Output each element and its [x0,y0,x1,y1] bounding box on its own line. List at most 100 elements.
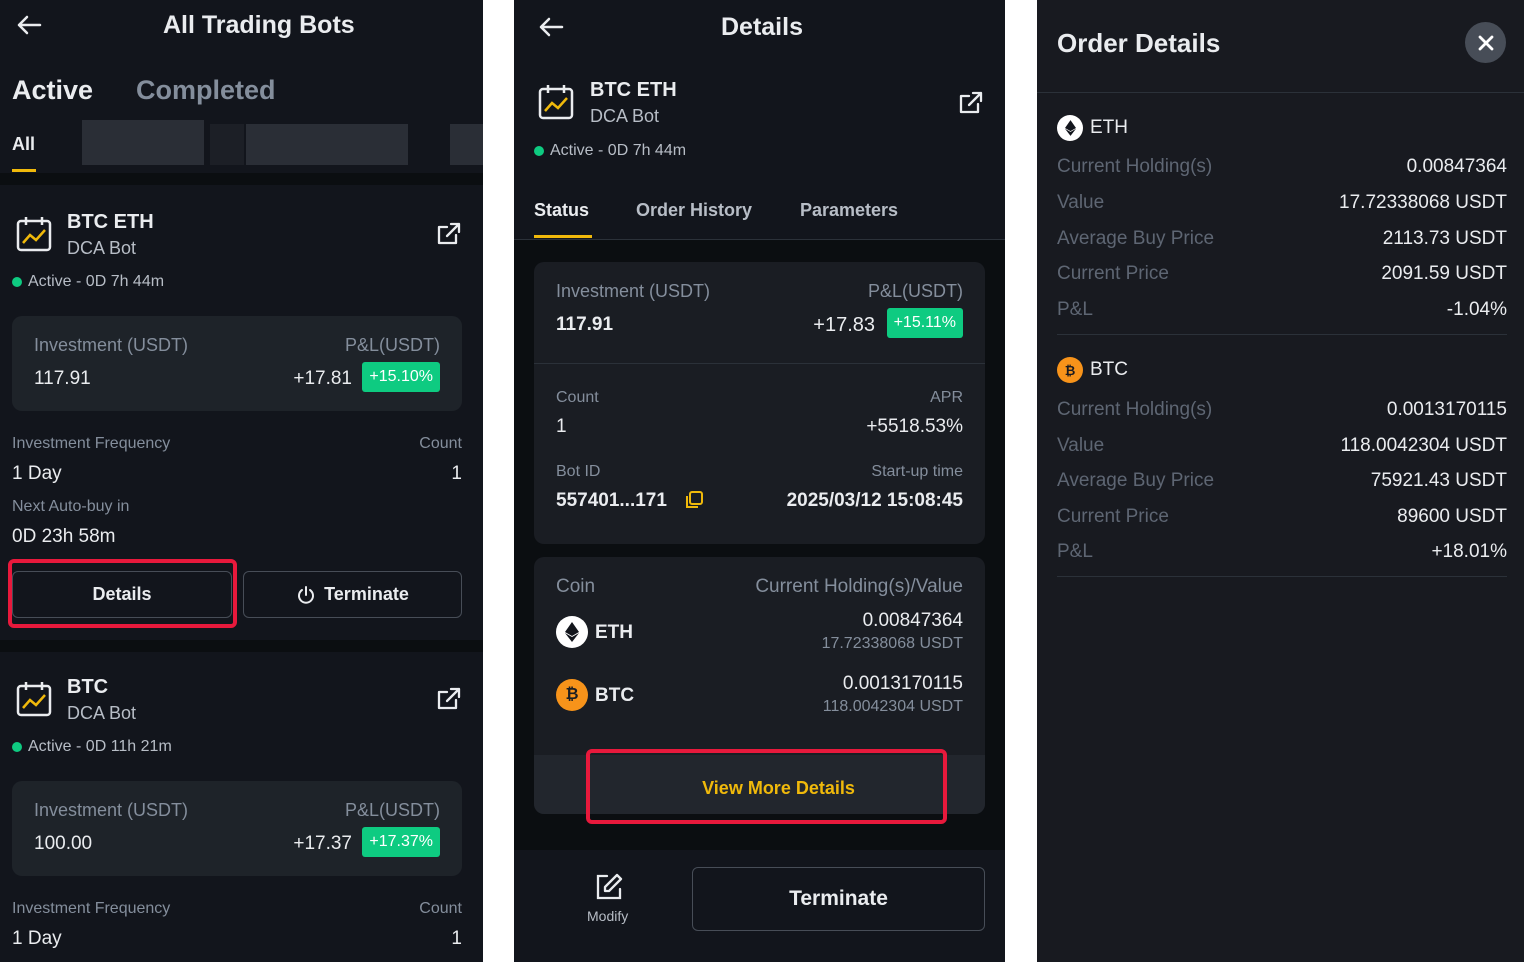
filter-all[interactable]: All [12,134,35,155]
botid-value: 557401...171 [556,490,667,511]
filter-chip-redacted[interactable] [450,124,483,165]
row-label: Value [1057,435,1105,456]
bot-status-text: Active - 0D 11h 21m [28,738,172,755]
tab-order-history[interactable]: Order History [636,200,752,221]
filter-chip-redacted[interactable] [210,124,244,165]
calendar-chart-icon [16,217,52,252]
order-details-panel: Order Details ETH Current Holding(s) 0.0… [1037,0,1524,962]
pnl-value: +18.01% [1431,541,1507,562]
row-value: 17.72338068 USDT [1339,192,1507,213]
pnl-value: +17.37 [293,833,352,854]
count-label: Count [419,435,462,452]
bot-status: Active - 0D 7h 44m [534,142,686,160]
close-button[interactable] [1465,22,1506,63]
count-label: Count [419,900,462,917]
external-link-icon[interactable] [436,686,462,712]
bot-status-text: Active - 0D 7h 44m [28,273,165,290]
calendar-chart-icon [16,682,52,717]
pnl-percent-badge: +17.37% [362,827,440,857]
modify-label[interactable]: Modify [587,908,628,924]
row-label: Current Holding(s) [1057,156,1213,177]
row-value: 0.00847364 [1406,156,1507,177]
freq-value: 1 Day [12,463,62,484]
pnl-value: -1.04% [1446,299,1507,320]
coin-name: ETH [595,622,633,643]
filter-underline [12,169,36,172]
tab-completed[interactable]: Completed [136,75,276,106]
pnl-percent-badge: +15.10% [362,362,440,392]
pnl-label: P&L(USDT) [867,281,963,301]
terminate-button-label: Terminate [789,887,888,910]
coin-name: BTC [1090,359,1128,380]
external-link-icon[interactable] [436,221,462,247]
row-label: Average Buy Price [1057,228,1215,249]
row-value: 89600 USDT [1397,506,1507,527]
holding-label: Current Holding(s)/Value [755,576,963,597]
divider [1037,92,1524,93]
tab-parameters[interactable]: Parameters [800,200,898,221]
bot-type: DCA Bot [67,238,137,258]
status-card: Investment (USDT) P&L(USDT) 117.91 +17.8… [534,262,985,544]
tab-status[interactable]: Status [534,200,589,221]
investment-value: 100.00 [34,833,93,854]
investment-value: 117.91 [34,368,91,389]
divider [0,173,483,185]
power-icon [298,585,315,604]
row-label: Current Price [1057,506,1169,527]
count-label: Count [556,389,599,406]
count-value: 1 [556,416,567,437]
coin-label: Coin [556,576,596,597]
startup-value: 2025/03/12 15:08:45 [786,490,963,511]
row-value: 75921.43 USDT [1370,470,1507,491]
investment-box: Investment (USDT) P&L(USDT) 117.91 +17.8… [12,316,462,411]
row-value: 118.0042304 USDT [1340,435,1507,456]
divider [534,363,985,364]
coin-value: 17.72338068 USDT [821,635,963,652]
count-value: 1 [451,928,462,949]
investment-label: Investment (USDT) [34,800,189,820]
investment-box: Investment (USDT) P&L(USDT) 100.00 +17.3… [12,781,462,876]
row-value: 2113.73 USDT [1382,228,1507,249]
details-panel: Details BTC ETH DCA Bot Active - 0D 7h 4… [514,0,1005,962]
count-value: 1 [451,463,462,484]
terminate-button[interactable]: Terminate [243,571,462,618]
row-label: P&L [1057,299,1093,320]
row-label: Current Price [1057,263,1169,284]
highlight-box [586,749,947,824]
coin-name: ETH [1090,117,1128,138]
next-label: Next Auto-buy in [12,498,130,515]
back-arrow-icon[interactable] [16,14,42,36]
coin-amount: 0.00847364 [862,610,963,631]
divider [1057,576,1507,577]
row-label: Average Buy Price [1057,470,1215,491]
page-title: Details [721,13,803,41]
bot-type: DCA Bot [590,106,660,126]
close-icon [1478,35,1493,50]
tab-active[interactable]: Active [12,75,93,106]
pnl-value: +17.83 [813,314,875,336]
filter-chip-redacted[interactable] [246,124,408,165]
freq-value: 1 Day [12,928,62,949]
status-dot [534,146,544,156]
row-value: 2091.59 USDT [1381,263,1507,284]
terminate-button[interactable]: Terminate [692,867,985,931]
divider [0,640,483,652]
page-title: Order Details [1057,28,1221,58]
copy-icon[interactable] [684,490,704,510]
status-dot [12,277,22,287]
investment-label: Investment (USDT) [34,335,189,355]
investment-label: Investment (USDT) [556,281,711,301]
edit-icon[interactable] [594,872,624,902]
filter-chip-redacted[interactable] [82,120,204,165]
btc-icon: ₿ [556,679,588,711]
bot-type: DCA Bot [67,703,137,723]
apr-label: APR [930,389,963,406]
divider [1057,334,1507,335]
back-arrow-icon[interactable] [538,16,564,38]
external-link-icon[interactable] [958,90,984,116]
page-title: All Trading Bots [163,11,355,39]
startup-label: Start-up time [871,463,963,480]
investment-value: 117.91 [556,314,614,335]
row-value: 0.0013170115 [1386,399,1507,420]
pnl-value: +17.81 [293,368,352,389]
